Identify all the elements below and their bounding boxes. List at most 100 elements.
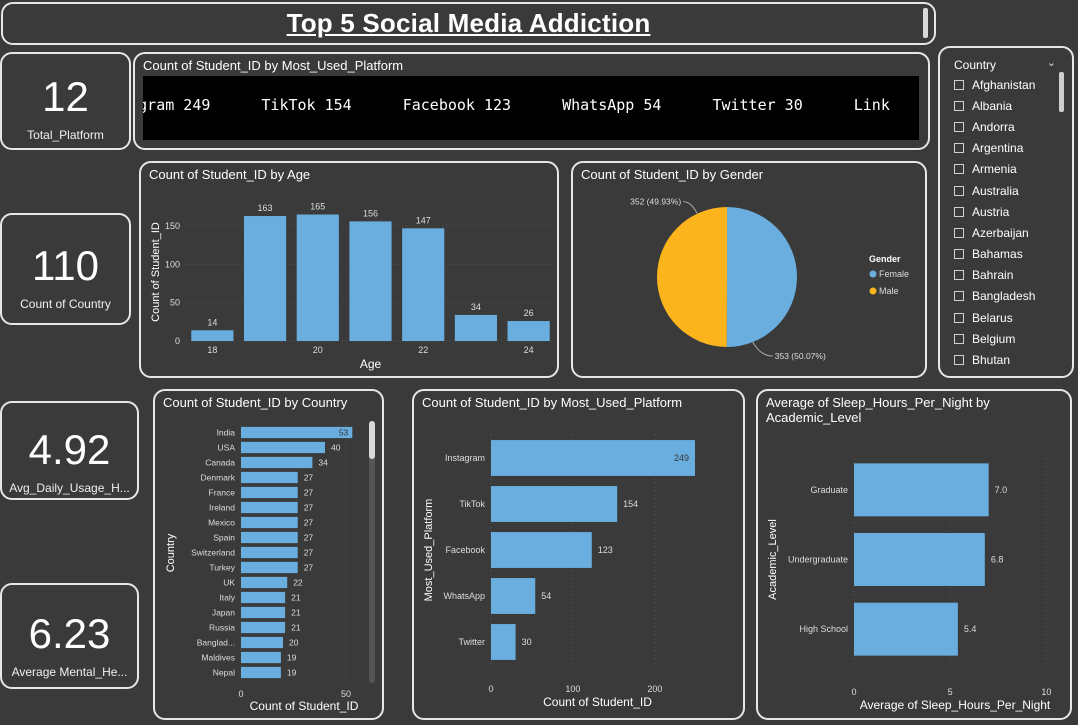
checkbox[interactable] xyxy=(954,333,964,344)
y-tick-label: India xyxy=(217,428,236,438)
x-tick-label: 100 xyxy=(565,684,580,694)
bar xyxy=(349,221,392,341)
slicer-item[interactable]: Armenia xyxy=(954,159,1064,180)
bar xyxy=(296,214,339,341)
x-axis-title: Age xyxy=(360,357,382,371)
y-tick-label: Japan xyxy=(212,608,235,618)
country-chart: 0 50 India 53 USA 40 Canada 34 Denmark 27 France 27… xyxy=(165,425,359,713)
kpi-value: 12 xyxy=(42,73,89,120)
checkbox[interactable] xyxy=(954,206,964,217)
slicer-item[interactable]: Afghanistan xyxy=(954,74,1064,95)
legend-label: Female xyxy=(879,269,909,279)
checkbox[interactable] xyxy=(954,164,964,175)
slicer-item[interactable]: Australia xyxy=(954,180,1064,201)
bar xyxy=(854,533,985,586)
data-label: 165 xyxy=(310,202,325,212)
page-title: Top 5 Social Media Addiction xyxy=(286,8,651,38)
bar xyxy=(241,651,281,664)
bar xyxy=(241,501,298,514)
slicer-item[interactable]: Belarus xyxy=(954,307,1064,328)
kpi-label: Average Mental_He... xyxy=(11,665,128,679)
data-label: 40 xyxy=(331,443,341,453)
slicer-item[interactable]: Andorra xyxy=(954,116,1064,137)
y-tick-label: Instagram xyxy=(445,453,485,463)
ticker-title: Count of Student_ID by Most_Used_Platfor… xyxy=(143,58,404,73)
y-tick-label: 0 xyxy=(175,336,180,346)
bar xyxy=(241,621,286,634)
ticker-item: Instagram 249 xyxy=(143,96,211,114)
kpi-avg-daily-usage: 4.92 Avg_Daily_Usage_H... xyxy=(0,401,139,500)
y-tick-label: Italy xyxy=(219,593,235,603)
y-tick-label: 100 xyxy=(165,259,180,269)
chevron-down-icon[interactable]: ⌄ xyxy=(1047,56,1056,69)
country-chart-card: Count of Student_ID by Country 0 50 India 5… xyxy=(153,389,384,720)
slicer-item-label: Australia xyxy=(972,183,1019,198)
y-tick-label: Undergraduate xyxy=(788,555,848,565)
data-label: 27 xyxy=(304,518,314,528)
data-label: 27 xyxy=(304,533,314,543)
bar xyxy=(241,561,298,574)
checkbox[interactable] xyxy=(954,121,964,132)
slicer-item[interactable]: Argentina xyxy=(954,138,1064,159)
checkbox[interactable] xyxy=(954,143,964,154)
data-label: 27 xyxy=(304,503,314,513)
data-label: 352 (49.93%) xyxy=(630,197,681,207)
data-label: 21 xyxy=(291,623,301,633)
slicer-item-label: Albania xyxy=(972,98,1013,113)
platform-chart: 0 100 200 Instagram 249 TikTok 154 Facebook 123 W… xyxy=(423,435,695,709)
page-title-card: Top 5 Social Media Addiction xyxy=(1,2,936,45)
ticker-item: WhatsApp 54 xyxy=(562,96,662,114)
kpi-label: Total_Platform xyxy=(27,128,104,142)
y-tick-label: Ireland xyxy=(209,503,235,513)
ticker-items: Instagram 249 TikTok 154 Facebook 123 Whats… xyxy=(143,96,919,114)
checkbox[interactable] xyxy=(954,227,964,238)
checkbox[interactable] xyxy=(954,79,964,90)
checkbox[interactable] xyxy=(954,249,964,260)
platform-ticker-card: Count of Student_ID by Most_Used_Platfor… xyxy=(133,52,930,150)
x-tick-label: 22 xyxy=(418,345,428,355)
slicer-item[interactable]: Bahrain xyxy=(954,265,1064,286)
y-tick-label: Russia xyxy=(209,623,235,633)
y-axis-title: Most_Used_Platform xyxy=(423,499,435,602)
data-label: 27 xyxy=(304,563,314,573)
slicer-item[interactable]: Azerbaijan xyxy=(954,222,1064,243)
ticker-strip: Instagram 249 TikTok 154 Facebook 123 Whats… xyxy=(143,76,919,140)
slicer-item[interactable]: Belgium xyxy=(954,328,1064,349)
bar xyxy=(491,578,536,614)
y-tick-label: Switzerland xyxy=(191,548,235,558)
checkbox[interactable] xyxy=(954,185,964,196)
age-chart: 0 50 100 150 14 18 163 165 20 156 147 22 34 26 24 Age Co… xyxy=(150,202,555,371)
checkbox[interactable] xyxy=(954,312,964,323)
country-chart-scroll-track[interactable] xyxy=(369,421,375,683)
legend-marker xyxy=(869,287,877,295)
x-tick-label: 5 xyxy=(948,687,953,697)
bar xyxy=(241,591,286,604)
slicer-item[interactable]: Albania xyxy=(954,95,1064,116)
slicer-item[interactable]: Bhutan xyxy=(954,349,1064,370)
checkbox[interactable] xyxy=(954,355,964,366)
slicer-item[interactable]: Bahamas xyxy=(954,244,1064,265)
slicer-item-label: Afghanistan xyxy=(972,77,1036,92)
legend-title: Gender xyxy=(869,254,901,264)
bar xyxy=(241,546,298,559)
title-scroll-handle[interactable] xyxy=(923,8,928,38)
ticker-item: Facebook 123 xyxy=(402,96,512,114)
checkbox[interactable] xyxy=(954,270,964,281)
kpi-average-mental-health: 6.23 Average Mental_He... xyxy=(0,583,139,689)
kpi-value: 4.92 xyxy=(28,426,111,473)
slicer-item[interactable]: Bangladesh xyxy=(954,286,1064,307)
checkbox[interactable] xyxy=(954,100,964,111)
x-axis-title: Count of Student_ID xyxy=(250,699,359,713)
y-tick-label: 150 xyxy=(165,221,180,231)
x-tick-label: 0 xyxy=(488,684,493,694)
slicer-item[interactable]: Austria xyxy=(954,201,1064,222)
x-tick-label: 18 xyxy=(207,345,217,355)
checkbox[interactable] xyxy=(954,291,964,302)
kpi-value: 110 xyxy=(32,242,99,289)
kpi-value: 6.23 xyxy=(28,610,111,657)
country-slicer[interactable]: Country ⌄ Afghanistan Albania Andorra Ar… xyxy=(938,46,1074,378)
country-chart-scrollbar[interactable] xyxy=(369,421,375,459)
y-tick-label: Canada xyxy=(205,458,235,468)
bar xyxy=(241,576,288,589)
x-tick-label: 50 xyxy=(341,689,351,699)
